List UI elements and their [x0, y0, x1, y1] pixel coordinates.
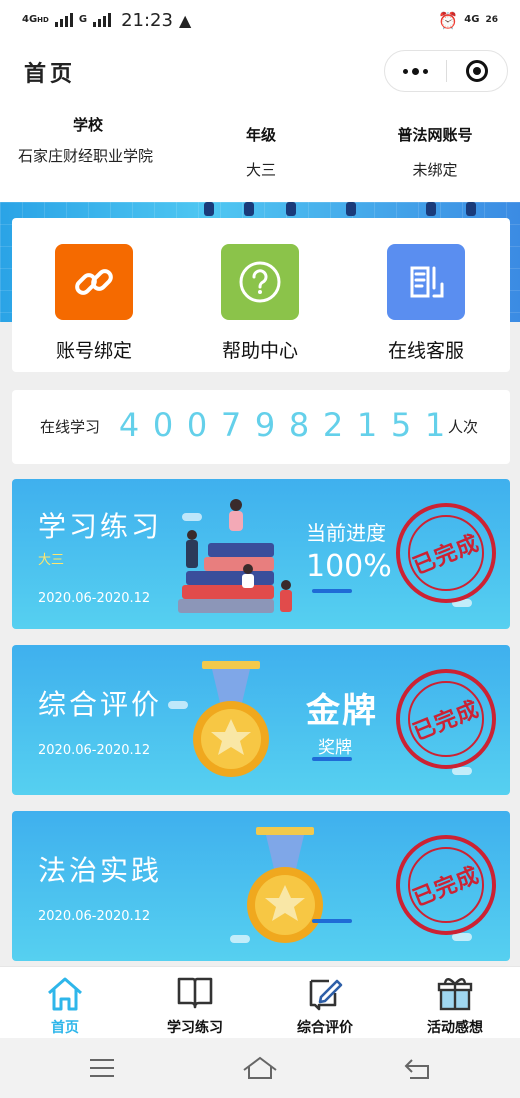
mini-program-capsule — [384, 50, 508, 92]
grade-value: 大三 — [245, 161, 276, 179]
home-icon — [45, 975, 85, 1011]
battery-level: 26 — [485, 15, 498, 25]
completed-stamp: 已完成 — [396, 503, 496, 603]
school-value: 石家庄财经职业学院 — [18, 147, 154, 165]
law-card-title: 法治实践 — [38, 854, 163, 887]
grade-label: 年级 — [245, 126, 276, 144]
tab-study[interactable]: 学习练习 — [140, 975, 250, 1037]
back-icon — [404, 1059, 429, 1079]
counter-digit: 1 — [424, 406, 446, 444]
study-card-title: 学习练习 — [38, 510, 163, 543]
tab-event[interactable]: 活动感想 — [400, 975, 510, 1037]
completed-stamp: 已完成 — [396, 669, 496, 769]
network-type-2: G — [78, 14, 88, 25]
network-type-1: 4GHD — [22, 14, 49, 25]
evaluation-card-title: 综合评价 — [38, 688, 163, 721]
counter-digit: 2 — [322, 406, 344, 444]
rule-of-law-practice-card[interactable]: 法治实践 2020.06-2020.12 已完成 — [12, 811, 510, 961]
counter-prefix: 在线学习 — [40, 418, 101, 436]
signal-strength-icon — [54, 13, 73, 27]
online-service-label: 在线客服 — [387, 340, 464, 362]
account-binding-label: 账号绑定 — [55, 340, 132, 362]
system-navigation-bar — [0, 1038, 520, 1098]
study-practice-card[interactable]: 学习练习 大三 2020.06-2020.12 当前进度 100% 已完成 — [12, 479, 510, 629]
page-title: 首页 — [24, 62, 77, 87]
counter-digit: 8 — [288, 406, 310, 444]
counter-digits: 4 0 0 7 9 8 2 1 5 1 — [112, 406, 452, 444]
medal-underline — [312, 757, 352, 761]
headset-document-icon — [387, 244, 465, 320]
target-icon — [465, 60, 488, 82]
counter-digit: 5 — [390, 406, 412, 444]
warning-icon: ▲ — [178, 10, 192, 30]
account-label: 普法网账号 — [397, 126, 473, 144]
counter-digit: 4 — [118, 406, 140, 444]
online-service-button[interactable]: 在线客服 — [366, 244, 486, 363]
edit-icon — [305, 975, 345, 1011]
more-options-button[interactable] — [385, 51, 446, 91]
status-bar: 4GHD G 21:23 ▲ ⏰ 4G 26 — [0, 0, 520, 40]
home-button[interactable] — [240, 1054, 280, 1082]
quick-menu: 账号绑定 帮助中心 在线客服 — [12, 218, 510, 372]
counter-suffix: 人次 — [448, 418, 479, 436]
close-mini-program-button[interactable] — [446, 51, 507, 91]
counter-digit: 9 — [254, 406, 276, 444]
study-card-date: 2020.06-2020.12 — [38, 591, 151, 606]
online-study-counter: 在线学习 4 0 0 7 9 8 2 1 5 1 人次 — [12, 390, 510, 464]
grade-info: 年级 大三 — [216, 124, 306, 180]
evaluation-card-date: 2020.06-2020.12 — [38, 743, 151, 758]
law-underline — [312, 919, 352, 923]
tab-evaluation-label: 综合评价 — [297, 1020, 353, 1036]
tab-home-label: 首页 — [51, 1020, 79, 1036]
study-card-grade: 大三 — [38, 553, 65, 568]
navigation-bar: 首页 — [0, 40, 520, 102]
account-value: 未绑定 — [412, 161, 458, 179]
bottom-tab-bar: 首页 学习练习 综合评价 活动感想 — [0, 966, 520, 1038]
question-circle-icon — [221, 244, 299, 320]
completed-stamp: 已完成 — [396, 835, 496, 935]
tab-event-label: 活动感想 — [427, 1020, 483, 1036]
menu-button[interactable] — [82, 1054, 122, 1082]
link-icon — [55, 244, 133, 320]
network-type-right: 4G — [464, 14, 480, 25]
counter-digit: 1 — [356, 406, 378, 444]
counter-digit: 0 — [152, 406, 174, 444]
progress-underline — [312, 589, 352, 593]
medal-level: 金牌 — [306, 691, 378, 731]
progress-value: 100% — [306, 549, 392, 584]
school-label: 学校 — [72, 116, 103, 134]
tab-home[interactable]: 首页 — [10, 975, 120, 1037]
tab-evaluation[interactable]: 综合评价 — [270, 975, 380, 1037]
gold-medal-icon — [240, 825, 330, 953]
home-outline-icon — [243, 1056, 277, 1079]
books-students-illustration — [176, 497, 298, 615]
comprehensive-evaluation-card[interactable]: 综合评价 2020.06-2020.12 金牌 奖牌 已完成 — [12, 645, 510, 795]
law-card-date: 2020.06-2020.12 — [38, 909, 151, 924]
back-button[interactable] — [398, 1054, 438, 1082]
help-center-button[interactable]: 帮助中心 — [200, 244, 320, 363]
help-center-label: 帮助中心 — [221, 340, 298, 362]
gold-medal-icon — [186, 659, 276, 787]
account-binding-button[interactable]: 账号绑定 — [34, 244, 154, 363]
menu-lines-icon — [90, 1059, 114, 1077]
progress-label: 当前进度 — [306, 521, 386, 545]
clock-time: 21:23 — [121, 9, 173, 31]
student-info: 学校 石家庄财经职业学院 年级 大三 普法网账号 未绑定 — [0, 102, 520, 202]
gift-icon — [435, 975, 475, 1011]
counter-digit: 7 — [220, 406, 242, 444]
counter-digit: 0 — [186, 406, 208, 444]
book-icon — [175, 975, 215, 1011]
signal-strength-icon-2 — [93, 13, 112, 27]
school-info: 学校 石家庄财经职业学院 — [18, 114, 158, 167]
alarm-icon: ⏰ — [438, 10, 459, 30]
account-info: 普法网账号 未绑定 — [380, 124, 490, 180]
tab-study-label: 学习练习 — [167, 1020, 223, 1036]
medal-label: 奖牌 — [318, 738, 352, 758]
